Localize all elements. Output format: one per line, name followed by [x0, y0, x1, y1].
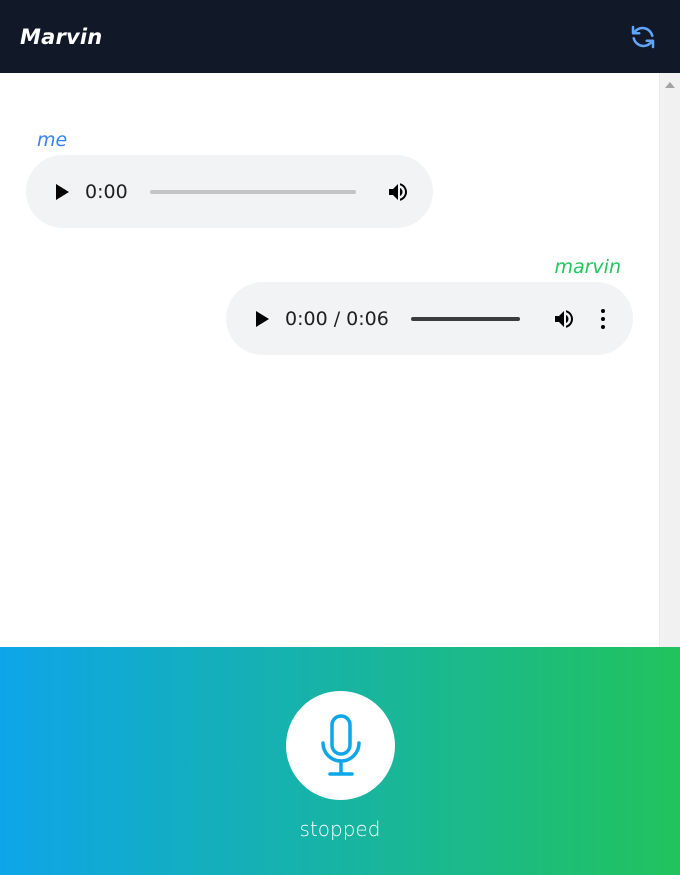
audio-time: 0:00 / 0:06	[285, 307, 389, 330]
recorder-panel: stopped	[0, 647, 680, 875]
play-icon[interactable]	[256, 310, 269, 327]
volume-icon[interactable]	[552, 307, 576, 331]
record-button[interactable]	[286, 691, 395, 800]
sender-label-marvin: marvin	[554, 256, 621, 278]
app-title: Marvin	[20, 24, 103, 49]
chat-scrollbar[interactable]	[659, 73, 680, 647]
scroll-up-arrow-icon[interactable]	[665, 82, 675, 88]
audio-player-marvin[interactable]: 0:00 / 0:06	[226, 282, 633, 355]
sender-label-me: me	[37, 129, 68, 151]
more-vertical-icon[interactable]	[600, 308, 606, 329]
play-icon[interactable]	[56, 183, 69, 200]
chat-area: me 0:00 marvin 0:00 / 0:06	[0, 73, 680, 647]
refresh-icon[interactable]	[628, 22, 658, 52]
audio-progress-track[interactable]	[410, 316, 520, 321]
audio-player-me[interactable]: 0:00	[26, 155, 433, 228]
audio-progress-track[interactable]	[149, 189, 356, 194]
microphone-icon	[320, 713, 361, 776]
audio-time: 0:00	[85, 180, 128, 203]
volume-icon[interactable]	[386, 180, 410, 204]
app-header: Marvin	[0, 0, 680, 73]
recorder-status: stopped	[299, 817, 381, 841]
